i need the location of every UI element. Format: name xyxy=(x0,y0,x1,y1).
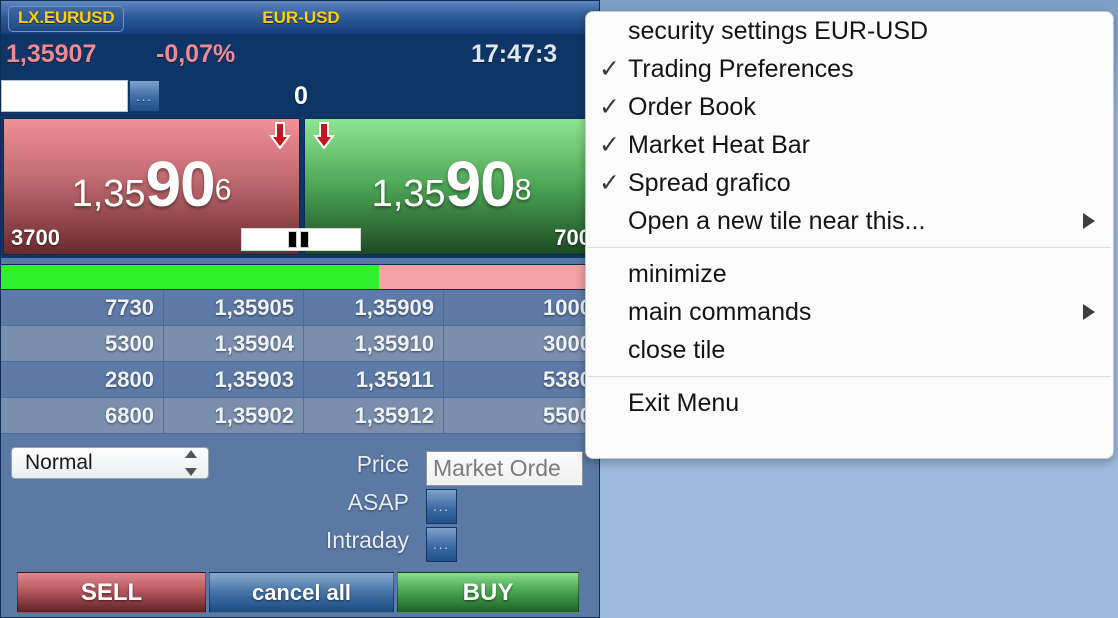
ask-price: 1,35908 xyxy=(305,147,598,221)
ask-price-cell: 1,35912 xyxy=(304,398,444,433)
validity-label: ASAP xyxy=(347,489,409,515)
tile-header: LX.EURUSD EUR-USD xyxy=(1,1,599,35)
menu-item-label: Exit Menu xyxy=(628,388,740,417)
market-heat-bar-fill xyxy=(1,265,379,289)
stepper-down-icon[interactable] xyxy=(185,468,197,476)
bid-price-main: 90 xyxy=(145,148,216,220)
bid-price-cell: 1,35905 xyxy=(164,290,304,325)
menu-item-label: security settings EUR-USD xyxy=(628,16,929,45)
ask-size-cell: 1000 xyxy=(543,294,592,320)
bid-price-cell: 1,35902 xyxy=(164,398,304,433)
ask-price-pip: 8 xyxy=(514,173,532,207)
menu-item-label: Market Heat Bar xyxy=(628,130,811,159)
order-book: 7730 1,35905 1,35909 1000 5300 1,35904 1,35910… xyxy=(1,290,599,438)
ask-size-cell: 3000 xyxy=(543,330,592,356)
order-book-row[interactable]: 2800 1,35903 1,35911 5380 xyxy=(1,362,599,398)
submenu-arrow-icon xyxy=(1083,293,1095,331)
order-book-row[interactable]: 5300 1,35904 1,35910 3000 xyxy=(1,326,599,362)
order-type-value: Normal xyxy=(25,451,93,474)
clock: 17:47:3 xyxy=(471,40,558,68)
menu-item[interactable]: minimize xyxy=(586,255,1113,293)
submenu-arrow-icon xyxy=(1083,202,1095,240)
bid-price: 1,35906 xyxy=(4,147,299,221)
spread-marker-ask xyxy=(300,231,309,248)
validity-options-button[interactable]: ... xyxy=(426,489,457,524)
net-position: 0 xyxy=(294,82,308,110)
bid-size: 3700 xyxy=(11,225,60,250)
menu-item-label: Order Book xyxy=(628,92,756,121)
menu-item[interactable]: close tile xyxy=(586,331,1113,369)
price-label: Price xyxy=(356,451,409,477)
stepper-up-icon[interactable] xyxy=(185,450,197,458)
ask-price-cell: 1,35909 xyxy=(304,290,444,325)
ask-price-cell: 1,35911 xyxy=(304,362,444,397)
bid-size-cell: 5300 xyxy=(1,326,164,361)
menu-item-label: minimize xyxy=(628,259,727,288)
check-icon: ✓ xyxy=(599,93,620,121)
order-book-row[interactable]: 6800 1,35902 1,35912 5500 xyxy=(1,398,599,434)
check-icon: ✓ xyxy=(599,131,620,159)
last-price: 1,35907 xyxy=(6,40,97,68)
buy-button[interactable]: BUY xyxy=(397,572,579,613)
stepper-icon[interactable] xyxy=(185,450,197,476)
ask-size-cell: 5500 xyxy=(543,402,592,428)
session-options-button[interactable]: ... xyxy=(426,527,457,562)
sell-button[interactable]: SELL xyxy=(17,572,206,613)
order-type-select[interactable]: Normal xyxy=(11,447,209,479)
market-heat-bar xyxy=(1,264,599,290)
menu-item[interactable]: ✓ Trading Preferences xyxy=(586,50,1113,88)
menu-item[interactable]: Exit Menu xyxy=(586,384,1113,422)
ask-price-main: 90 xyxy=(445,148,516,220)
menu-item[interactable]: ✓ Order Book xyxy=(586,88,1113,126)
menu-item-label: close tile xyxy=(628,335,726,364)
menu-item[interactable]: Open a new tile near this... xyxy=(586,202,1113,240)
menu-separator xyxy=(588,376,1111,377)
menu-separator xyxy=(588,247,1111,248)
order-book-row[interactable]: 7730 1,35905 1,35909 1000 xyxy=(1,290,599,326)
tile-title: EUR-USD xyxy=(262,8,340,27)
quantity-row: ... 0 xyxy=(1,78,599,115)
session-label: Intraday xyxy=(325,527,409,553)
quote-row: 1,35907 -0,07% 17:47:3 xyxy=(1,34,599,78)
bid-price-cell: 1,35904 xyxy=(164,326,304,361)
menu-item-label: main commands xyxy=(628,297,812,326)
menu-item[interactable]: ✓ Spread grafico xyxy=(586,164,1113,202)
check-icon: ✓ xyxy=(599,55,620,83)
ask-price-prefix: 1,35 xyxy=(371,173,446,215)
ask-size-cell: 5380 xyxy=(543,366,592,392)
bid-size-cell: 6800 xyxy=(1,398,164,433)
price-input[interactable]: Market Orde xyxy=(426,451,583,486)
check-icon: ✓ xyxy=(599,169,620,197)
menu-item-label: Spread grafico xyxy=(628,168,791,197)
bid-price-prefix: 1,35 xyxy=(71,173,146,215)
spread-graphic xyxy=(241,228,361,251)
spread-marker-bid xyxy=(288,231,297,248)
menu-item[interactable]: main commands xyxy=(586,293,1113,331)
bid-price-pip: 6 xyxy=(214,173,232,207)
menu-item[interactable]: ✓ Market Heat Bar xyxy=(586,126,1113,164)
cancel-all-button[interactable]: cancel all xyxy=(209,572,394,613)
menu-item-label: Trading Preferences xyxy=(628,54,854,83)
menu-item-label: Open a new tile near this... xyxy=(628,206,926,235)
bid-size-cell: 7730 xyxy=(1,290,164,325)
trading-tile: LX.EURUSD EUR-USD 1,35907 -0,07% 17:47:3… xyxy=(0,0,600,618)
bid-price-cell: 1,35903 xyxy=(164,362,304,397)
percent-change: -0,07% xyxy=(156,40,236,68)
menu-item[interactable]: security settings EUR-USD xyxy=(586,12,1113,50)
ask-price-cell: 1,35910 xyxy=(304,326,444,361)
tile-context-menu[interactable]: security settings EUR-USD ✓ Trading Prefer… xyxy=(585,11,1114,459)
bid-size-cell: 2800 xyxy=(1,362,164,397)
